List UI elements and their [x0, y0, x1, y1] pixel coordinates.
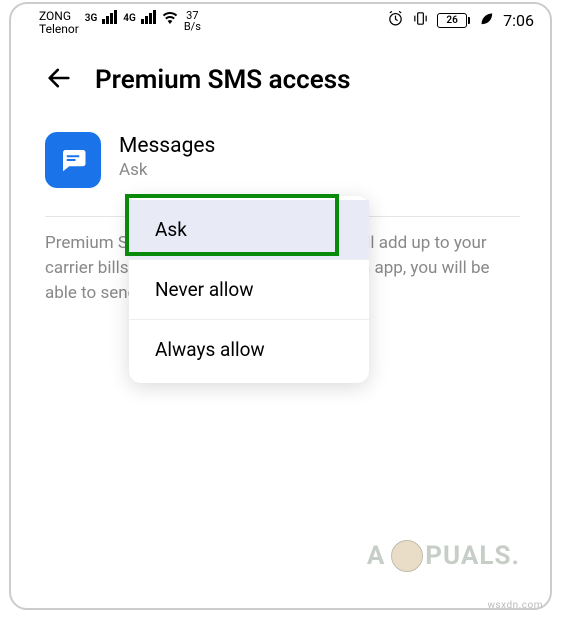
net-type-2: 4G	[123, 13, 136, 24]
vibrate-icon	[412, 10, 429, 31]
messages-app-icon	[45, 132, 101, 188]
clock: 7:06	[503, 11, 534, 30]
page-header: Premium SMS access	[11, 38, 550, 112]
wm-rest: PUALS.	[425, 541, 520, 571]
popup-option-always-allow[interactable]: Always allow	[129, 320, 369, 379]
eco-leaf-icon	[478, 10, 495, 31]
signal-bars-icon	[141, 10, 156, 24]
app-name-label: Messages	[119, 134, 215, 158]
appuals-face-icon	[391, 540, 423, 572]
carrier-names: ZONG Telenor	[39, 10, 79, 36]
signal-2: 4G	[123, 10, 156, 24]
alarm-icon	[387, 10, 404, 31]
page-title: Premium SMS access	[95, 65, 350, 95]
wifi-icon	[162, 10, 178, 30]
data-rate: 37 B/s	[184, 10, 201, 32]
back-button[interactable]	[45, 64, 73, 96]
popup-option-ask[interactable]: Ask	[129, 200, 369, 260]
battery-pct: 26	[437, 13, 467, 28]
appuals-watermark: A PUALS.	[367, 540, 520, 572]
site-watermark: wsxdn.com	[487, 600, 543, 611]
popup-option-never-allow[interactable]: Never allow	[129, 260, 369, 320]
net-type-1: 3G	[85, 13, 98, 24]
wm-letter-a: A	[367, 541, 385, 571]
app-row-messages[interactable]: Messages Ask	[45, 132, 520, 188]
status-bar: ZONG Telenor 3G 4G 37 B/s	[11, 4, 550, 38]
battery-icon: 26	[437, 13, 470, 28]
status-left: ZONG Telenor 3G 4G 37 B/s	[39, 10, 201, 36]
signal-bars-icon	[102, 10, 117, 24]
status-right: 26 7:06	[387, 10, 534, 31]
carrier-2: Telenor	[39, 23, 79, 36]
data-rate-unit: B/s	[184, 21, 201, 32]
app-status-label: Ask	[119, 160, 215, 180]
permission-popup: Ask Never allow Always allow	[129, 196, 369, 383]
signal-1: 3G	[85, 10, 118, 24]
